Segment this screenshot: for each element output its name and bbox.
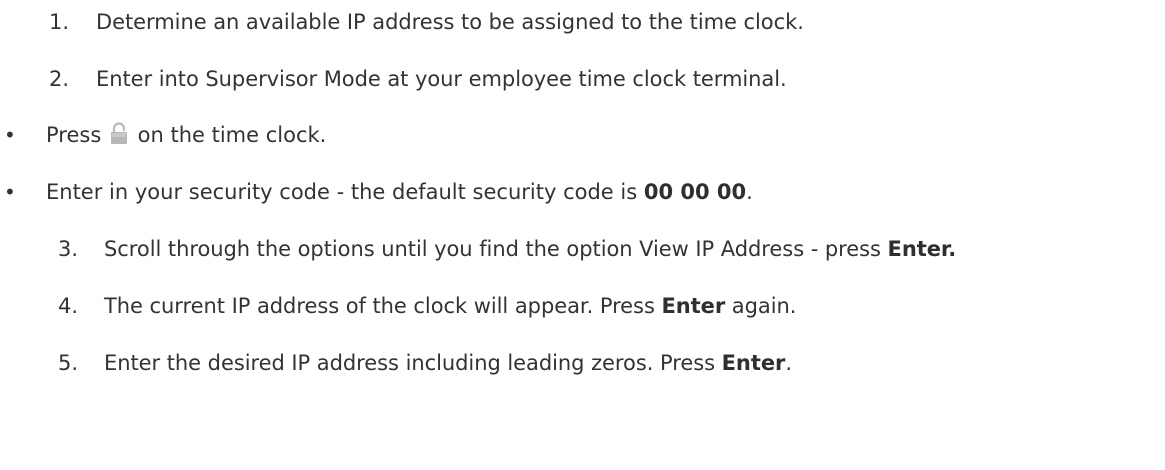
- step-text: Enter the desired IP address including l…: [104, 349, 792, 377]
- instruction-document: 1. Determine an available IP address to …: [0, 0, 1165, 470]
- step-number: 4.: [58, 294, 79, 318]
- bullet-text: Press on the time clock.: [46, 121, 326, 149]
- bullet-text: Enter in your security code - the defaul…: [46, 178, 753, 206]
- step-number: 1.: [49, 10, 70, 34]
- step-text: Enter into Supervisor Mode at your emplo…: [96, 67, 787, 91]
- step-text-end: .: [785, 351, 792, 375]
- bullet-symbol: •: [4, 123, 16, 147]
- step-number: 3.: [58, 237, 79, 261]
- enter-keyword: Enter: [661, 294, 726, 318]
- step-number: 2.: [49, 67, 70, 91]
- enter-keyword: Enter: [721, 351, 786, 375]
- step-text-start: Scroll through the options until you fin…: [104, 237, 888, 261]
- bullet-text-end: .: [746, 180, 753, 204]
- step-text: Determine an available IP address to be …: [96, 10, 804, 34]
- bullet-text-end: on the time clock.: [130, 123, 327, 147]
- step-text: The current IP address of the clock will…: [104, 292, 796, 320]
- default-security-code: 00 00 00: [643, 180, 747, 204]
- step-text: Scroll through the options until you fin…: [104, 235, 956, 263]
- lock-icon: [110, 122, 128, 145]
- enter-keyword: Enter.: [887, 237, 957, 261]
- bullet-text-start: Enter in your security code - the defaul…: [46, 180, 644, 204]
- step-text-start: The current IP address of the clock will…: [104, 294, 662, 318]
- step-text-start: Enter the desired IP address including l…: [104, 351, 722, 375]
- bullet-text-start: Press: [46, 123, 108, 147]
- bullet-symbol: •: [4, 180, 16, 204]
- step-text-end: again.: [725, 294, 797, 318]
- step-number: 5.: [58, 351, 79, 375]
